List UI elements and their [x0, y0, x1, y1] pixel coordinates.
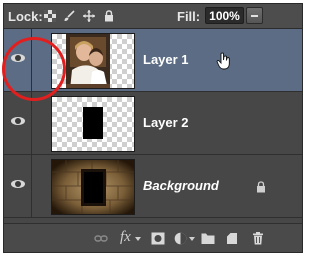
layers-panel: Lock: Fill: 100% Layer 1 Layer 2 Backgro…: [2, 3, 303, 253]
layer-thumbnail: [51, 96, 135, 152]
lock-all-icon[interactable]: [103, 10, 115, 22]
adjustment-layer-icon[interactable]: [174, 232, 188, 245]
highlight-circle: [2, 37, 66, 101]
layer-name[interactable]: Layer 1: [143, 52, 189, 67]
lock-label: Lock:: [8, 9, 43, 24]
layers-panel-options-bar: Lock: Fill: 100%: [4, 4, 302, 29]
chevron-down-icon: [189, 237, 195, 241]
chevron-down-icon: [135, 237, 141, 241]
stone-wall-thumbnail-image: [52, 160, 134, 214]
lock-icon: [257, 181, 265, 193]
layer-name[interactable]: Background: [143, 178, 219, 193]
layer-row-background[interactable]: Background: [4, 155, 302, 218]
fx-icon[interactable]: fx: [120, 229, 131, 246]
layer-name[interactable]: Layer 2: [143, 115, 189, 130]
link-layers-icon[interactable]: [94, 232, 108, 245]
eye-icon[interactable]: [11, 180, 25, 188]
fill-dropdown-button[interactable]: [246, 7, 263, 24]
fill-opacity-field[interactable]: 100%: [205, 7, 244, 24]
visibility-toggle[interactable]: [4, 155, 32, 217]
layers-panel-footer: fx: [4, 223, 302, 252]
black-rectangle-thumbnail-image: [83, 107, 103, 139]
lock-image-pixels-icon[interactable]: [63, 10, 75, 22]
layer-mask-icon[interactable]: [151, 232, 165, 245]
fill-label: Fill:: [177, 9, 201, 24]
eye-icon[interactable]: [11, 117, 25, 125]
trash-icon[interactable]: [251, 232, 265, 245]
visibility-toggle[interactable]: [4, 92, 32, 154]
layer-row-layer-2[interactable]: Layer 2: [4, 92, 302, 155]
lock-transparent-pixels-icon[interactable]: [44, 10, 56, 22]
lock-position-icon[interactable]: [83, 10, 95, 22]
new-group-icon[interactable]: [201, 232, 215, 245]
layer-thumbnail: [51, 159, 135, 215]
hand-cursor-icon: [216, 52, 230, 70]
new-layer-icon[interactable]: [225, 232, 239, 245]
